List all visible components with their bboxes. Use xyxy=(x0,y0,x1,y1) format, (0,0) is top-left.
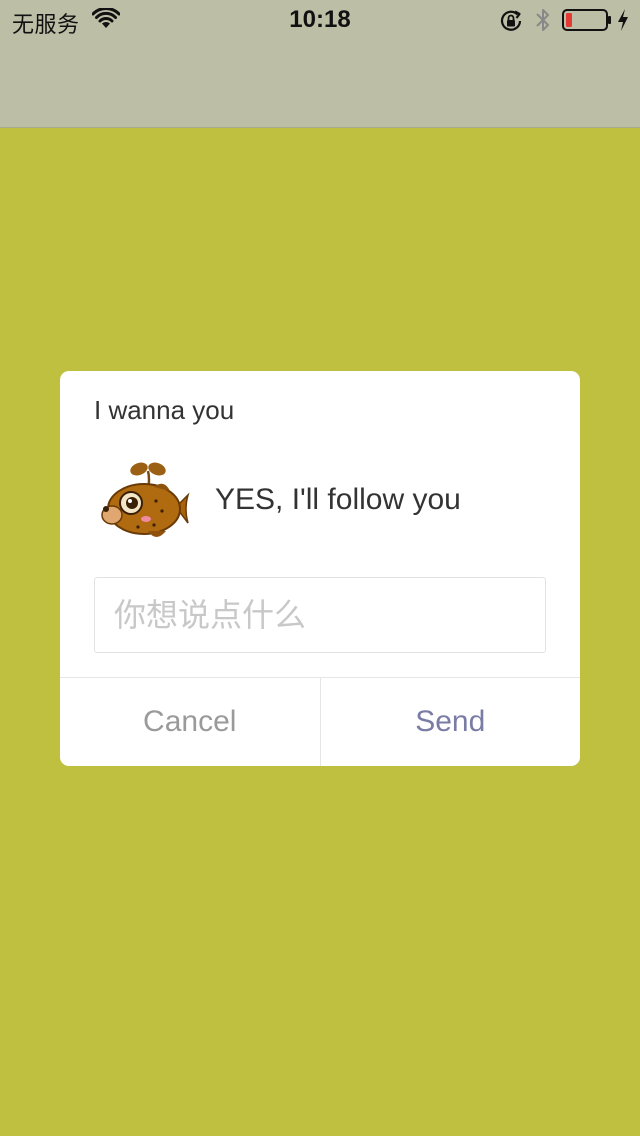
message-text: YES, I'll follow you xyxy=(215,483,461,516)
send-button[interactable]: Send xyxy=(321,678,581,766)
message-input[interactable] xyxy=(94,577,546,653)
cancel-button[interactable]: Cancel xyxy=(60,678,321,766)
bluetooth-icon xyxy=(536,9,549,31)
status-bar: 无服务 10:18 xyxy=(0,0,640,40)
dialog-title: I wanna you xyxy=(94,395,235,425)
dialog-button-row: Cancel Send xyxy=(60,677,580,766)
navigation-bar: 无服务 10:18 xyxy=(0,0,640,128)
charging-icon xyxy=(618,9,628,31)
fish-avatar-icon xyxy=(101,462,190,537)
battery-icon xyxy=(562,9,611,31)
lock-rotation-icon xyxy=(500,10,522,31)
dialog: I wanna you YES, I'll follow you Cancel … xyxy=(60,371,580,766)
